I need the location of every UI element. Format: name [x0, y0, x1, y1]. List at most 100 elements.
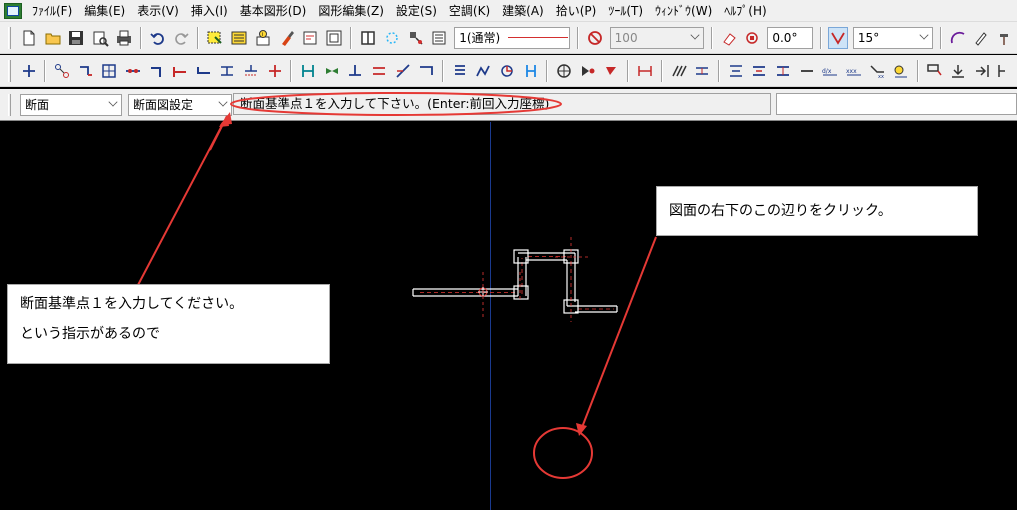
snap-icon[interactable] — [382, 27, 402, 49]
connector-icon[interactable] — [123, 60, 143, 82]
command-input[interactable] — [776, 93, 1017, 115]
dimension-icon[interactable] — [635, 60, 655, 82]
section-settings-combo[interactable]: 断面図設定 — [128, 93, 232, 116]
chevron-down-icon — [218, 96, 228, 107]
print-icon[interactable] — [114, 27, 134, 49]
damper-icon[interactable] — [578, 60, 598, 82]
elbow-up-icon[interactable] — [147, 60, 167, 82]
size-label-icon[interactable]: d/x — [820, 60, 840, 82]
fit-view-icon[interactable] — [324, 27, 344, 49]
split-view-icon[interactable] — [358, 27, 378, 49]
undo-icon[interactable] — [148, 27, 168, 49]
elbow-down-icon[interactable] — [194, 60, 214, 82]
new-file-icon[interactable] — [19, 27, 39, 49]
level-mark-icon[interactable] — [692, 60, 712, 82]
more-tools-icon[interactable] — [995, 60, 1015, 82]
menu-takeoff[interactable]: 拾い(P) — [550, 1, 603, 21]
diffuser-icon[interactable] — [554, 60, 574, 82]
drawing-canvas[interactable]: 断面基準点１を入力してください。 という指示があるので 図面の右下のこの辺りをク… — [0, 122, 1017, 510]
menu-settings[interactable]: 設定(S) — [390, 1, 443, 21]
toolbar-grip[interactable] — [8, 93, 11, 116]
menu-hvac[interactable]: 空調(K) — [443, 1, 496, 21]
text-line-icon[interactable] — [797, 60, 817, 82]
pen-icon[interactable] — [971, 27, 991, 49]
callout-left-line1: 断面基準点１を入力してください。 — [20, 296, 244, 312]
properties-icon[interactable] — [429, 27, 449, 49]
menu-window[interactable]: ｳｨﾝﾄﾞｳ(W) — [649, 1, 718, 21]
anchor-down-icon[interactable] — [948, 60, 968, 82]
hatch-icon[interactable] — [669, 60, 689, 82]
command-prompt: 断面基準点１を入力して下さい。(Enter:前回入力座標) — [233, 93, 771, 115]
duct-riser-icon[interactable] — [19, 60, 39, 82]
snap-angle-combo[interactable]: 15° — [852, 26, 933, 49]
svg-text:xx: xx — [878, 74, 884, 80]
duct-rotate-icon[interactable] — [497, 60, 517, 82]
open-folder-icon[interactable] — [43, 27, 63, 49]
symbol-label-icon[interactable] — [891, 60, 911, 82]
text-bottom-icon[interactable] — [773, 60, 793, 82]
angle-input[interactable]: 0.0° — [767, 26, 813, 49]
pipe-route-icon[interactable] — [76, 60, 96, 82]
arc-icon[interactable] — [948, 27, 968, 49]
grid-table-icon[interactable] — [100, 60, 120, 82]
hammer-icon[interactable] — [995, 27, 1015, 49]
layer-manager-icon[interactable] — [229, 27, 249, 49]
fitting-angle-icon[interactable] — [393, 60, 413, 82]
reducer-icon[interactable] — [218, 60, 238, 82]
mode-combo[interactable]: 断面 — [20, 93, 122, 116]
text-top-icon[interactable] — [726, 60, 746, 82]
menu-architecture[interactable]: 建築(A) — [496, 1, 550, 21]
menu-view[interactable]: 表示(V) — [131, 1, 185, 21]
app-icon[interactable] — [4, 2, 22, 19]
layer-info-icon[interactable]: i — [253, 27, 273, 49]
valve-icon[interactable] — [322, 60, 342, 82]
duct-route-icon[interactable] — [474, 60, 494, 82]
toolbar-separator — [717, 59, 720, 82]
fitting-up-icon[interactable] — [346, 60, 366, 82]
print-preview-icon[interactable] — [90, 27, 110, 49]
toolbar-separator — [441, 59, 444, 82]
chevron-down-icon — [108, 96, 118, 107]
object-snap-icon[interactable] — [406, 27, 426, 49]
flag-icon[interactable] — [925, 60, 945, 82]
anchor-side-icon[interactable] — [972, 60, 992, 82]
text-mid-icon[interactable] — [750, 60, 770, 82]
menu-help[interactable]: ﾍﾙﾌﾟ(H) — [718, 1, 772, 21]
menu-file[interactable]: ﾌｧｲﾙ(F) — [26, 1, 78, 21]
fitting-swap-icon[interactable] — [369, 60, 389, 82]
toolbar-grip[interactable] — [8, 59, 11, 82]
eraser-icon[interactable] — [719, 27, 739, 49]
network-icon[interactable] — [52, 60, 72, 82]
angle-snap-icon[interactable] — [827, 26, 848, 49]
color-combo[interactable]: 100 — [609, 26, 704, 49]
select-region-icon[interactable] — [205, 27, 225, 49]
toolbar-separator — [939, 26, 942, 49]
duct-list-icon[interactable] — [450, 60, 470, 82]
elbow-tee-icon[interactable] — [170, 60, 190, 82]
menu-basic-shapes[interactable]: 基本図形(D) — [234, 1, 313, 21]
menu-insert[interactable]: 挿入(I) — [185, 1, 234, 21]
leader-label-icon[interactable]: xx — [867, 60, 887, 82]
menu-edit[interactable]: 編集(E) — [78, 1, 131, 21]
menu-tools[interactable]: ﾂｰﾙ(T) — [602, 1, 649, 21]
rotate-icon[interactable] — [743, 27, 763, 49]
toolbar-separator — [819, 26, 822, 49]
xxx-label-icon[interactable]: xxx — [844, 60, 864, 82]
brush-icon[interactable] — [277, 27, 297, 49]
toolbar-separator — [197, 26, 200, 49]
save-icon[interactable] — [66, 27, 86, 49]
branch-icon[interactable] — [241, 60, 261, 82]
toolbar-separator — [546, 59, 549, 82]
no-color-icon[interactable] — [585, 27, 605, 49]
toolbar-grip[interactable] — [8, 26, 11, 49]
sheet-icon[interactable] — [301, 27, 321, 49]
menu-shape-edit[interactable]: 図形編集(Z) — [312, 1, 390, 21]
toolbar-separator — [627, 59, 630, 82]
cross-icon[interactable] — [265, 60, 285, 82]
redo-icon[interactable] — [172, 27, 192, 49]
duct-hanger-icon[interactable] — [521, 60, 541, 82]
fan-icon[interactable] — [602, 60, 622, 82]
fitting-end-icon[interactable] — [416, 60, 436, 82]
flange-icon[interactable] — [298, 60, 318, 82]
layer-style-combo[interactable]: 1(通常) — [454, 26, 570, 49]
